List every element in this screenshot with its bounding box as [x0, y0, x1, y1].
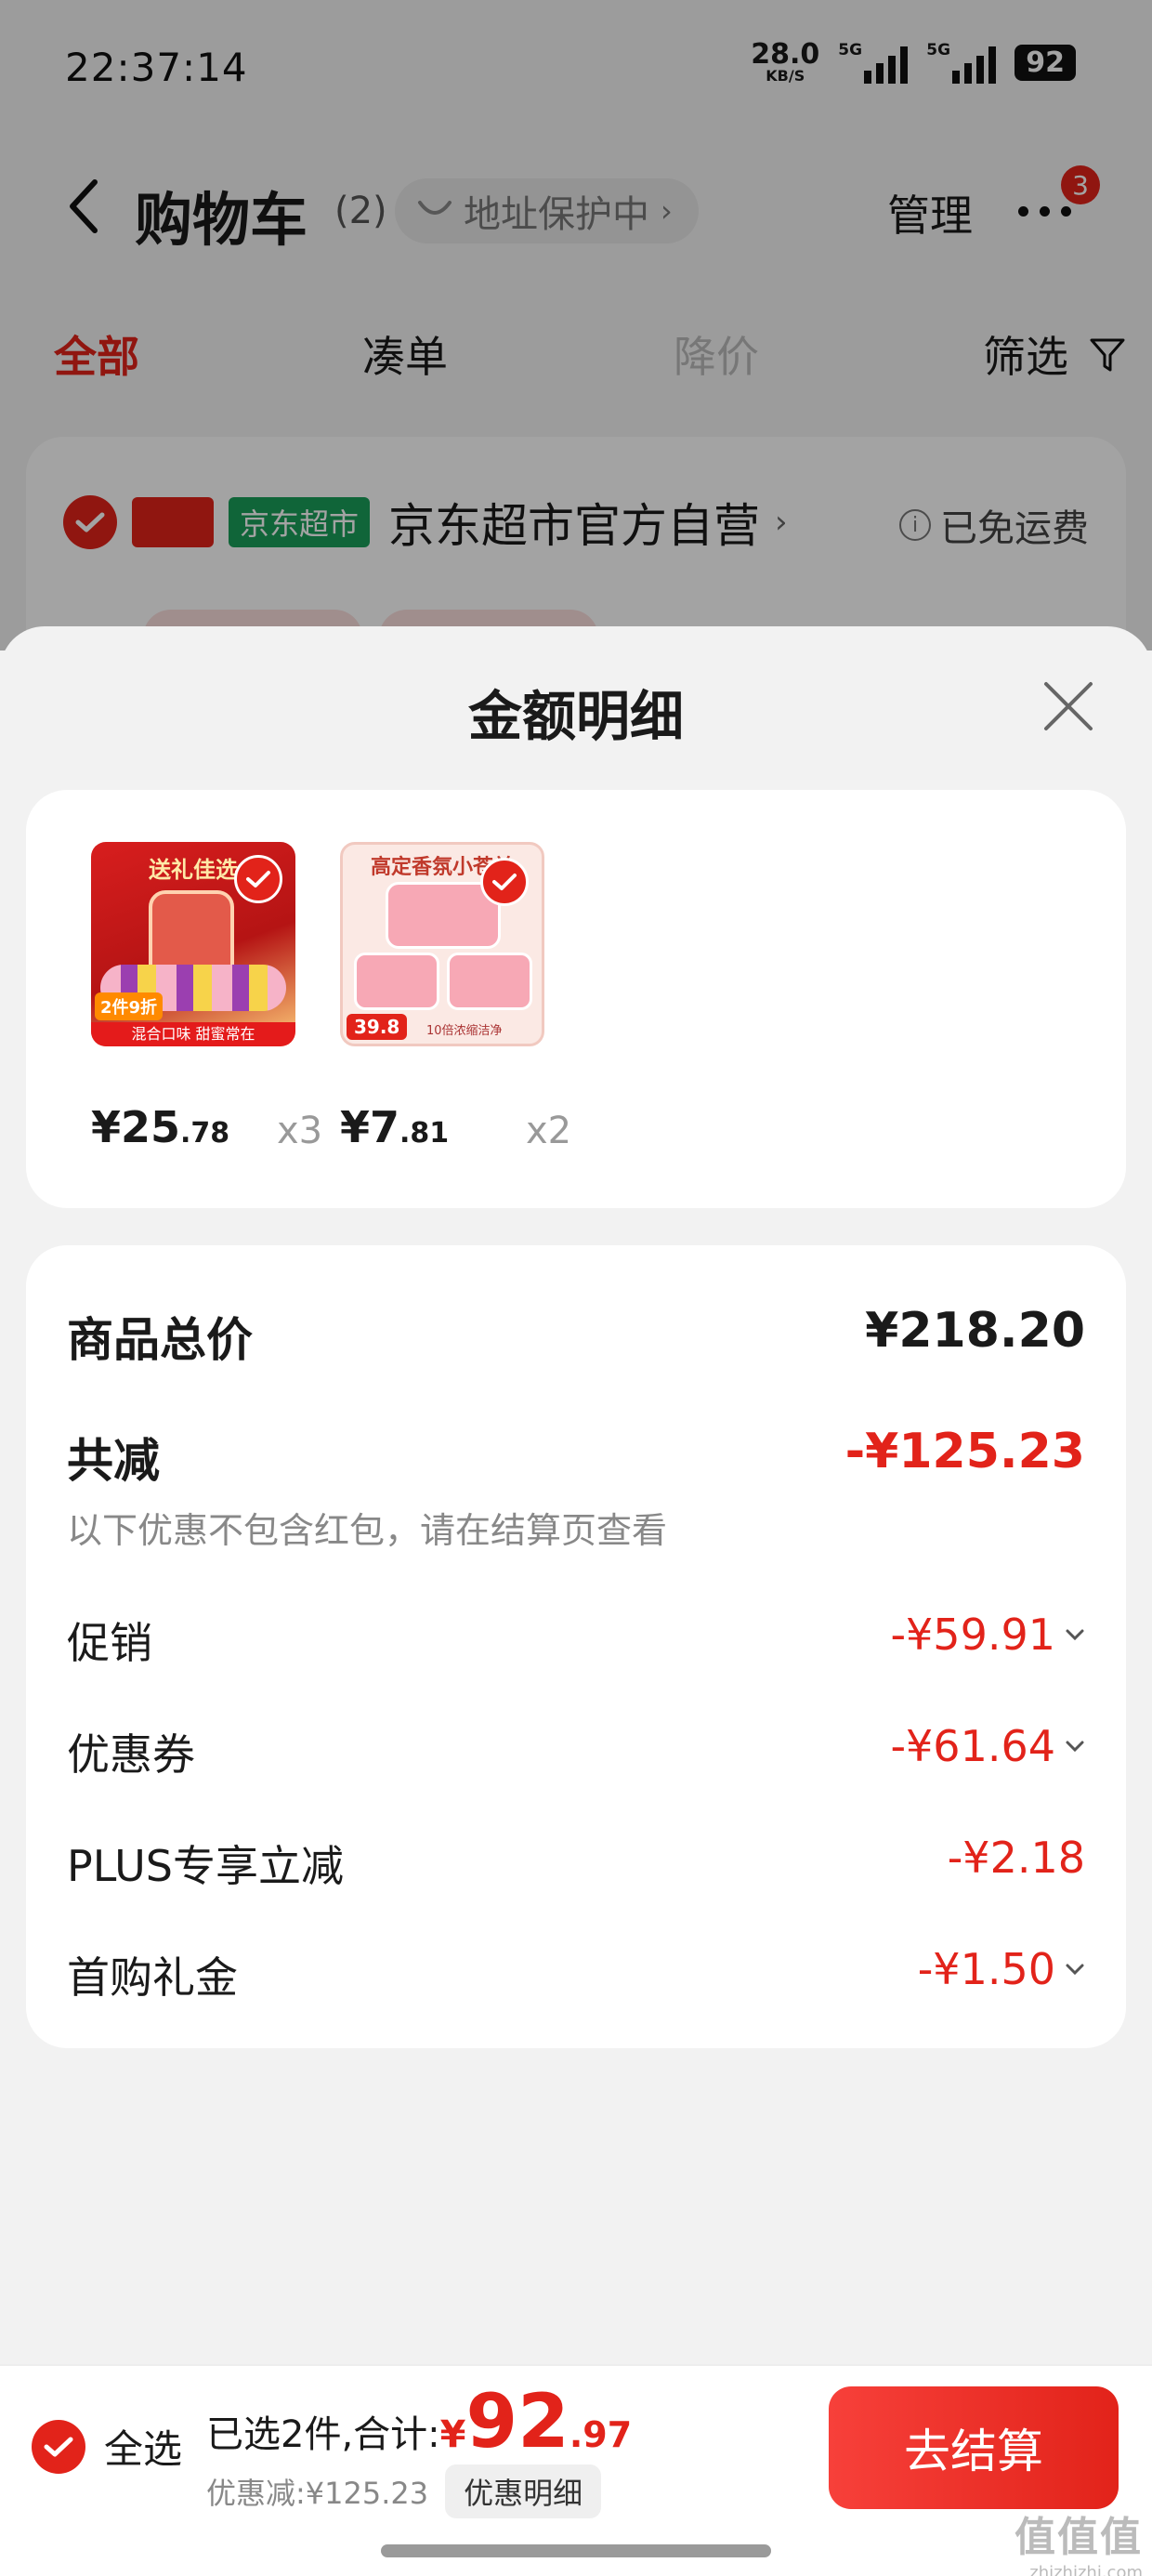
detergent-box-image: [447, 953, 532, 1010]
promotion-row[interactable]: 促销 -¥59.91: [67, 1610, 1085, 1669]
promotion-value: -¥59.91: [890, 1610, 1085, 1660]
discount-note: 以下优惠不包含红包，请在结算页查看: [67, 1510, 668, 1551]
price-decimal: .78: [180, 1117, 230, 1150]
plus-discount-label: PLUS专享立减: [67, 1841, 344, 1891]
price-decimal: .81: [399, 1117, 450, 1150]
total-price-label: 商品总价: [67, 1313, 253, 1367]
promotion-amount: -¥59.91: [890, 1610, 1055, 1660]
select-all-label: 全选: [104, 2426, 183, 2472]
checkmark-icon: [246, 871, 270, 887]
product-item[interactable]: 高定香氛小苍兰 39.8 10倍浓缩洁净 ¥7.81 x2: [340, 842, 571, 1152]
coupon-amount: -¥61.64: [890, 1721, 1055, 1771]
discount-total-text: 优惠减:¥125.23: [206, 2476, 429, 2511]
product-price: ¥7.81: [340, 1102, 449, 1152]
plus-discount-value: -¥2.18: [947, 1833, 1085, 1883]
first-purchase-gift-value: -¥1.50: [918, 1944, 1085, 1994]
selected-count-text: 已选2件,合计:: [206, 2413, 440, 2456]
total-reduction-label: 共减: [67, 1434, 160, 1488]
chevron-down-icon: [1066, 1741, 1084, 1753]
coupon-row[interactable]: 优惠券 -¥61.64: [67, 1721, 1085, 1781]
discount-detail-button[interactable]: 优惠明细: [445, 2464, 602, 2518]
chevron-down-icon: [1066, 1964, 1084, 1976]
coupon-value: -¥61.64: [890, 1721, 1085, 1771]
amount-detail-sheet: 金额明细 送礼佳选 2件9折 混合口味 甜蜜常在 ¥25.78 x3 高定香氛小…: [0, 626, 1152, 2364]
total-price-value: ¥218.20: [865, 1303, 1085, 1359]
total-price-row: 商品总价 ¥218.20: [67, 1303, 1085, 1368]
product-checkbox[interactable]: [234, 855, 282, 903]
currency-symbol: ¥: [439, 2413, 466, 2456]
price-integer: ¥7: [340, 1102, 400, 1152]
product-checkbox[interactable]: [480, 858, 529, 906]
checkmark-icon: [492, 874, 517, 890]
first-purchase-gift-amount: -¥1.50: [917, 1944, 1055, 1994]
select-all-checkbox[interactable]: [32, 2419, 85, 2474]
discount-label: 2件9折: [95, 992, 164, 1020]
watermark: 值值值 zhizhizhi.com: [1015, 2504, 1143, 2576]
checkout-summary: 已选2件,合计: ¥ 92 .97 优惠减:¥125.23 优惠明细: [206, 2385, 632, 2518]
price-integer: ¥25: [91, 1102, 181, 1152]
thumb-caption: 混合口味 甜蜜常在: [91, 1022, 295, 1046]
modal-overlay[interactable]: [0, 0, 1152, 651]
coupon-label: 优惠券: [67, 1729, 195, 1780]
total-amount-decimal: .97: [569, 2414, 633, 2455]
plus-discount-row: PLUS专享立减 -¥2.18: [67, 1833, 1085, 1892]
total-amount-integer: 92: [465, 2378, 569, 2464]
chevron-down-icon: [1066, 1629, 1084, 1641]
checkmark-icon: [44, 2437, 73, 2456]
checkout-total-line: 已选2件,合计: ¥ 92 .97: [206, 2385, 632, 2459]
first-purchase-gift-label: 首购礼金: [67, 1952, 238, 2003]
checkout-button[interactable]: 去结算: [829, 2386, 1119, 2509]
product-thumbnail: 高定香氛小苍兰 39.8 10倍浓缩洁净: [340, 842, 544, 1046]
watermark-text: 值值值: [1015, 2514, 1143, 2561]
checkout-bar: 全选 已选2件,合计: ¥ 92 .97 优惠减:¥125.23 优惠明细 去结…: [0, 2364, 1152, 2576]
home-indicator[interactable]: [381, 2544, 771, 2557]
product-quantity: x2: [526, 1110, 572, 1152]
close-icon[interactable]: [1042, 680, 1094, 732]
first-purchase-gift-row[interactable]: 首购礼金 -¥1.50: [67, 1944, 1085, 2004]
product-price: ¥25.78: [91, 1102, 229, 1152]
product-thumbnail: 送礼佳选 2件9折 混合口味 甜蜜常在: [91, 842, 295, 1046]
thumb-price-label: 39.8: [347, 1014, 408, 1040]
product-item[interactable]: 送礼佳选 2件9折 混合口味 甜蜜常在 ¥25.78 x3: [91, 842, 322, 1152]
selected-goods-card: 送礼佳选 2件9折 混合口味 甜蜜常在 ¥25.78 x3 高定香氛小苍兰 39…: [26, 790, 1126, 1208]
sheet-title: 金额明细: [467, 685, 684, 748]
total-reduction-row: 共减 -¥125.23: [67, 1424, 1085, 1489]
select-all-toggle[interactable]: 全选: [32, 2418, 182, 2475]
promotion-label: 促销: [67, 1618, 152, 1668]
detergent-box-image: [354, 953, 439, 1010]
total-reduction-value: -¥125.23: [844, 1424, 1085, 1479]
product-quantity: x3: [277, 1110, 323, 1152]
price-summary-card: 商品总价 ¥218.20 共减 -¥125.23 以下优惠不包含红包，请在结算页…: [26, 1245, 1126, 2048]
thumb-caption: 10倍浓缩洁净: [426, 1024, 503, 1038]
watermark-url: zhizhizhi.com: [1029, 2563, 1143, 2576]
checkout-discount-line: 优惠减:¥125.23 优惠明细: [206, 2464, 632, 2518]
